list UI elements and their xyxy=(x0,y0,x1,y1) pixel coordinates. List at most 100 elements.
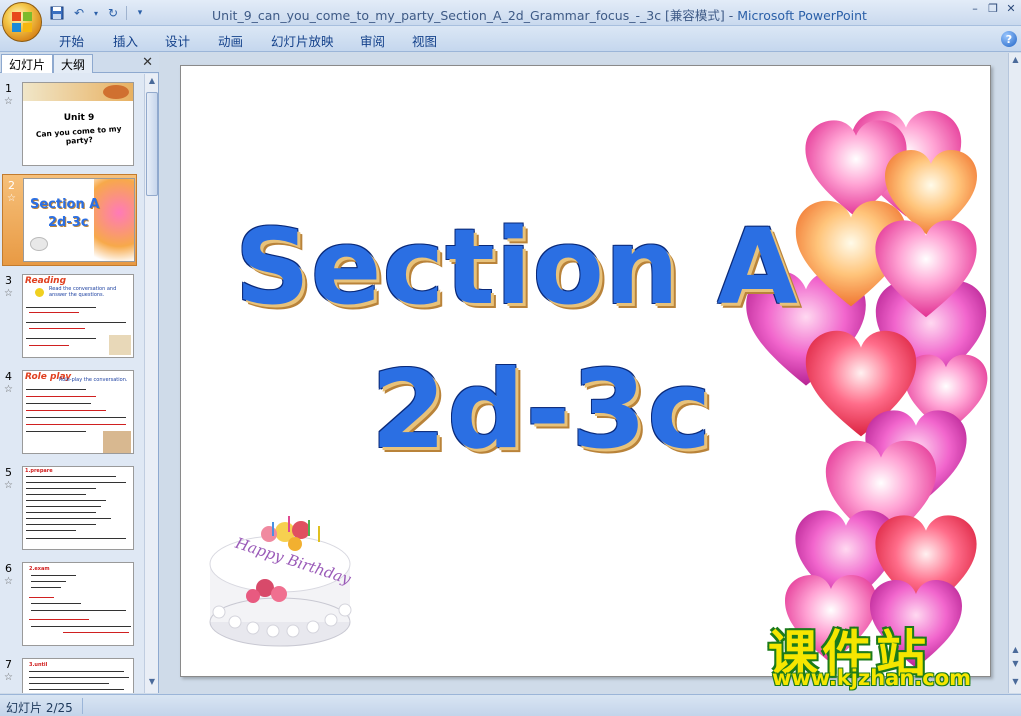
cake-image xyxy=(30,237,48,251)
slide-thumbnail-6[interactable]: 6 ☆ 2.exam xyxy=(0,558,145,650)
tab-home[interactable]: 开始 xyxy=(59,31,84,50)
status-bar: 幻灯片 2/25 xyxy=(0,694,1021,716)
help-icon[interactable]: ? xyxy=(1001,31,1017,47)
slide-title-line2[interactable]: 2d-3c xyxy=(371,348,712,473)
status-separator xyxy=(82,698,83,714)
animation-star-icon: ☆ xyxy=(4,96,13,107)
text-line xyxy=(31,603,81,604)
people-image xyxy=(109,335,131,355)
thumb-title: 3.until xyxy=(29,662,48,668)
text-line xyxy=(31,626,131,627)
slide-number: 4 xyxy=(5,370,12,383)
slide-preview: Reading Read the conversation and answer… xyxy=(22,274,134,358)
slide-preview: Role play Role-play the conversation. xyxy=(22,370,134,454)
animation-star-icon: ☆ xyxy=(4,384,13,395)
tab-slideshow[interactable]: 幻灯片放映 xyxy=(271,31,334,50)
thumb-subtitle: Role-play the conversation. xyxy=(59,377,128,383)
text-line xyxy=(26,417,126,418)
people-image xyxy=(103,431,131,453)
slide-thumbnail-3[interactable]: 3 ☆ Reading Read the conversation and an… xyxy=(0,270,145,362)
text-line xyxy=(31,575,76,576)
tab-outline[interactable]: 大纲 xyxy=(53,54,94,73)
slide-thumbnail-5[interactable]: 5 ☆ 1.prepare xyxy=(0,462,145,554)
title-bar: ↶ ▾ ↻ ▾ Unit_9_can_you_come_to_my_party_… xyxy=(0,0,1021,26)
birthday-cake-image[interactable]: Happy Birthday xyxy=(205,502,355,652)
next-slide-icon[interactable]: ▼ xyxy=(1009,659,1021,668)
customize-toolbar-icon[interactable]: ▾ xyxy=(131,4,149,22)
undo-icon[interactable]: ↶ xyxy=(70,4,88,22)
tab-view[interactable]: 视图 xyxy=(412,31,437,50)
text-line xyxy=(26,389,86,390)
app-name: Microsoft PowerPoint xyxy=(737,8,867,23)
text-line xyxy=(26,338,96,339)
tab-animations[interactable]: 动画 xyxy=(218,31,243,50)
ribbon-tabs: 开始 插入 设计 动画 幻灯片放映 审阅 视图 ? xyxy=(0,26,1021,52)
food-image xyxy=(103,85,129,99)
text-line xyxy=(31,581,66,582)
thumb-title: Section A xyxy=(30,197,100,212)
text-line xyxy=(29,619,89,620)
close-panel-icon[interactable]: ✕ xyxy=(142,55,153,70)
text-line xyxy=(29,683,109,684)
slide-scrollbar[interactable]: ▲ ▲ ▼ ▼ xyxy=(1008,53,1021,693)
text-line xyxy=(26,506,101,507)
close-icon[interactable]: ✕ xyxy=(1005,2,1017,15)
tab-insert[interactable]: 插入 xyxy=(113,31,138,50)
slide-number: 2 xyxy=(8,179,15,192)
animation-star-icon: ☆ xyxy=(4,288,13,299)
thumb-title: Reading xyxy=(25,276,67,286)
slide-title-line1[interactable]: Section A xyxy=(235,206,799,328)
scroll-up-icon[interactable]: ▲ xyxy=(146,76,158,90)
watermark-url: www.kjzhan.com xyxy=(772,666,972,690)
slides-panel: 幻灯片 大纲 ✕ 1 ☆ Unit 9 Can you come to my p… xyxy=(0,53,159,693)
text-line xyxy=(26,512,96,513)
text-line xyxy=(26,410,106,411)
tab-slides[interactable]: 幻灯片 xyxy=(1,54,54,73)
restore-icon[interactable]: ❐ xyxy=(987,2,999,15)
slide-thumbnail-7[interactable]: 7 ☆ 3.until xyxy=(0,654,145,693)
slide-number: 3 xyxy=(5,274,12,287)
thumb-title: Unit 9 xyxy=(63,113,95,123)
slide-canvas[interactable]: Section A 2d-3c Happy Birthday xyxy=(180,65,991,677)
slide-number: 5 xyxy=(5,466,12,479)
slide-preview: 2.exam xyxy=(22,562,134,646)
slide-thumbnail-4[interactable]: 4 ☆ Role play Role-play the conversation… xyxy=(0,366,145,458)
text-line xyxy=(26,403,91,404)
window-controls: – ❐ ✕ xyxy=(969,2,1017,15)
previous-slide-icon[interactable]: ▲ xyxy=(1009,645,1021,654)
text-line xyxy=(63,632,129,633)
slide-thumbnail-1[interactable]: 1 ☆ Unit 9 Can you come to my party? xyxy=(0,78,145,170)
answer-line xyxy=(29,328,85,329)
tab-design[interactable]: 设计 xyxy=(165,31,190,50)
slide-thumbnails: 1 ☆ Unit 9 Can you come to my party? 2 ☆… xyxy=(0,74,145,693)
undo-dropdown-icon[interactable]: ▾ xyxy=(92,4,100,22)
thumb-title: 1.prepare xyxy=(25,468,53,474)
text-line xyxy=(26,530,76,531)
slide-thumbnail-2[interactable]: 2 ☆ Section A 2d-3c xyxy=(2,174,137,266)
text-line xyxy=(26,322,126,323)
minimize-icon[interactable]: – xyxy=(969,2,981,15)
scrollbar-thumb[interactable] xyxy=(146,92,158,196)
scroll-down-icon[interactable]: ▼ xyxy=(1009,677,1021,686)
text-line xyxy=(26,307,96,308)
text-line xyxy=(26,524,96,525)
document-title: Unit_9_can_you_come_to_my_party_Section_… xyxy=(212,8,738,23)
scroll-up-icon[interactable]: ▲ xyxy=(1009,55,1021,64)
text-line xyxy=(26,494,86,495)
slide-counter: 幻灯片 2/25 xyxy=(6,701,73,715)
text-line xyxy=(29,597,54,598)
redo-icon[interactable]: ↻ xyxy=(104,4,122,22)
office-button[interactable] xyxy=(2,2,42,42)
scroll-down-icon[interactable]: ▼ xyxy=(146,677,158,691)
animation-star-icon: ☆ xyxy=(4,576,13,587)
panel-scrollbar[interactable]: ▲ ▼ xyxy=(144,74,158,693)
window-title: Unit_9_can_you_come_to_my_party_Section_… xyxy=(212,5,867,24)
text-line xyxy=(29,677,129,678)
save-icon[interactable] xyxy=(48,4,66,22)
tab-review[interactable]: 审阅 xyxy=(360,31,385,50)
slide-preview: Unit 9 Can you come to my party? xyxy=(22,82,134,166)
slide-number: 6 xyxy=(5,562,12,575)
text-line xyxy=(26,518,111,519)
slide-preview: 1.prepare xyxy=(22,466,134,550)
animation-star-icon: ☆ xyxy=(7,193,16,204)
